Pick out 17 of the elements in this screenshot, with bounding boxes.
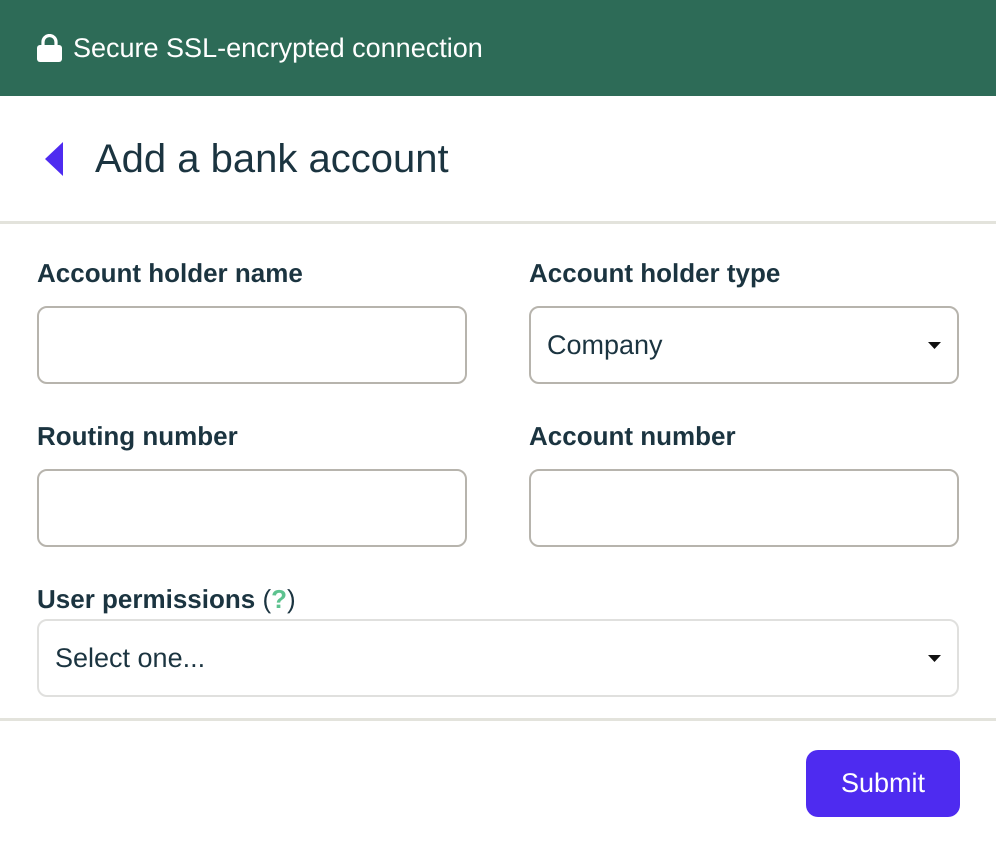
input-field[interactable]: [37, 469, 467, 547]
input-field[interactable]: [529, 469, 959, 547]
select-field[interactable]: Company: [529, 306, 959, 384]
field-label: Routing number: [37, 420, 239, 452]
field-label: Account holder type: [529, 257, 782, 289]
banner-text: Secure SSL-encrypted connection: [73, 32, 483, 65]
lock-icon: [37, 34, 62, 62]
page-title: Add a bank account: [95, 136, 449, 182]
input-field[interactable]: [37, 306, 467, 384]
field-label: Account holder name: [37, 257, 304, 289]
field-label: Account number: [529, 420, 737, 452]
submit-button[interactable]: Submit: [806, 750, 960, 817]
caret-icon: [928, 654, 941, 662]
select-field[interactable]: Select one...: [37, 619, 959, 697]
caret-icon: [928, 342, 941, 348]
field-label: User permissions (?): [37, 583, 297, 615]
back-caret-icon[interactable]: [45, 142, 63, 176]
